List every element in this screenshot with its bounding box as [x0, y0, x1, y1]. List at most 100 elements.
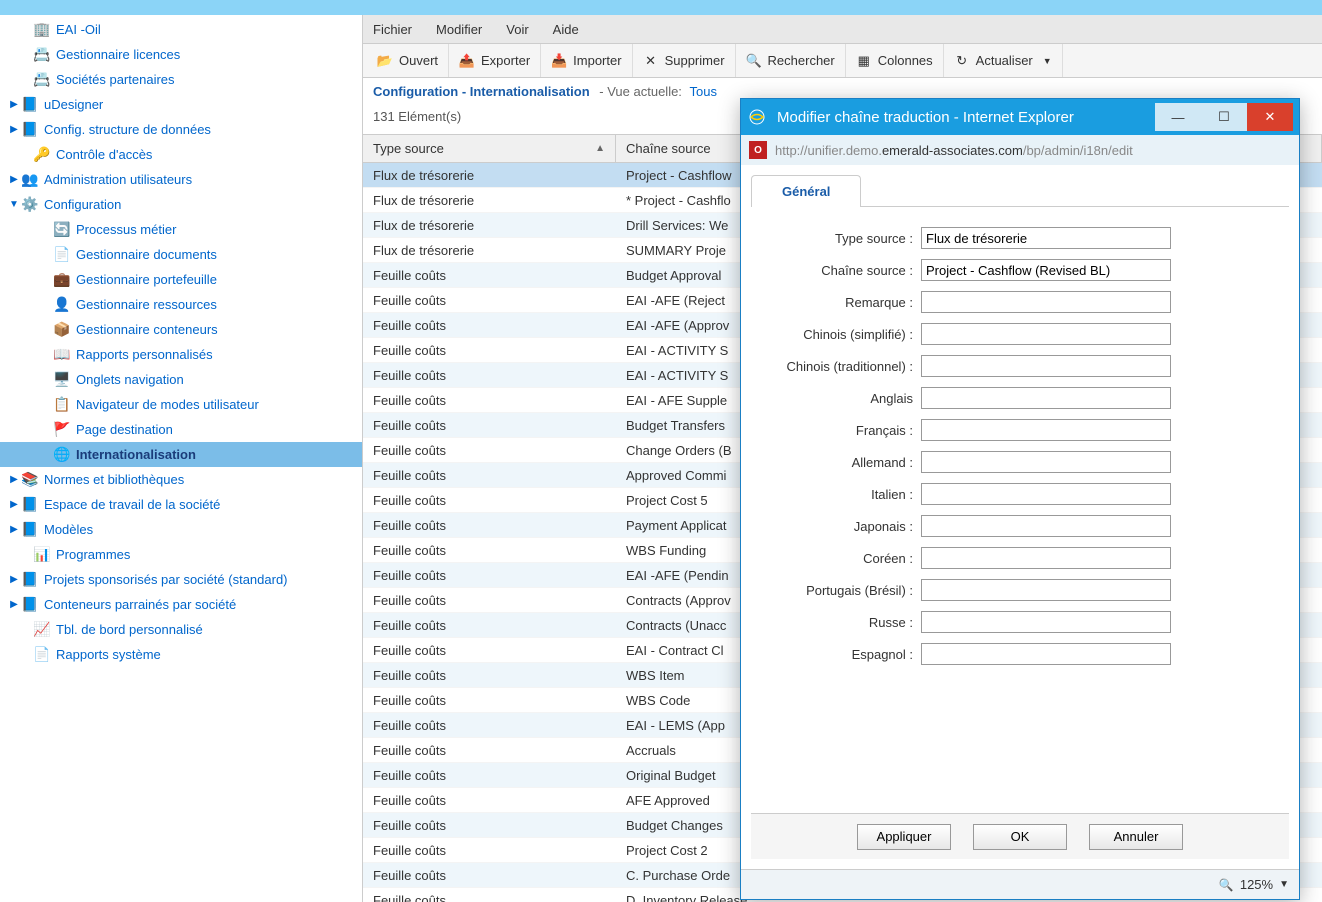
tree-node-icon: 🖥️ — [54, 372, 70, 388]
tree-toggle-icon — [40, 449, 52, 461]
sidebar-item[interactable]: ▶📘Modèles — [0, 517, 362, 542]
sidebar-item[interactable]: 💼Gestionnaire portefeuille — [0, 267, 362, 292]
form-input[interactable] — [921, 483, 1171, 505]
cell-type: Feuille coûts — [363, 265, 616, 286]
minimize-button[interactable]: — — [1155, 103, 1201, 131]
form-input[interactable] — [921, 611, 1171, 633]
sidebar-item[interactable]: 📄Rapports système — [0, 642, 362, 667]
dialog-url[interactable]: http://unifier.demo.emerald-associates.c… — [775, 143, 1133, 158]
tree-toggle-icon[interactable]: ▼ — [8, 199, 20, 211]
sidebar-item[interactable]: 📦Gestionnaire conteneurs — [0, 317, 362, 342]
cell-type: Feuille coûts — [363, 465, 616, 486]
tree-toggle-icon[interactable]: ▶ — [8, 174, 20, 186]
tree-toggle-icon[interactable]: ▶ — [8, 524, 20, 536]
toolbar-button[interactable]: 📥Importer — [541, 44, 632, 77]
sidebar-item[interactable]: 🏢EAI -Oil — [0, 17, 362, 42]
menu-item[interactable]: Modifier — [436, 22, 482, 37]
tree-toggle-icon[interactable]: ▶ — [8, 499, 20, 511]
apply-button[interactable]: Appliquer — [857, 824, 951, 850]
toolbar-button[interactable]: 📂Ouvert — [367, 44, 449, 77]
sidebar-item[interactable]: 🖥️ Onglets navigation — [0, 367, 362, 392]
sidebar-item[interactable]: ▶👥Administration utilisateurs — [0, 167, 362, 192]
form-input[interactable] — [921, 419, 1171, 441]
tree-label: Modèles — [44, 522, 93, 537]
tree-label: Onglets navigation — [76, 372, 184, 387]
sidebar-item[interactable]: ▶📘Config. structure de données — [0, 117, 362, 142]
maximize-button[interactable]: ☐ — [1201, 103, 1247, 131]
form-input[interactable] — [921, 547, 1171, 569]
tree-toggle-icon[interactable]: ▶ — [8, 474, 20, 486]
form-label: Japonais : — [761, 519, 921, 534]
sidebar-item[interactable]: 📋Navigateur de modes utilisateur — [0, 392, 362, 417]
cell-type: Feuille coûts — [363, 765, 616, 786]
tab-general[interactable]: Général — [751, 175, 861, 207]
menu-item[interactable]: Voir — [506, 22, 528, 37]
cancel-button[interactable]: Annuler — [1089, 824, 1183, 850]
dialog-form: Type source :Chaîne source :Remarque :Ch… — [751, 207, 1289, 813]
zoom-level[interactable]: 125% — [1240, 877, 1273, 892]
form-input[interactable] — [921, 579, 1171, 601]
form-row: Type source : — [761, 227, 1279, 249]
form-input[interactable] — [921, 355, 1171, 377]
toolbar-button[interactable]: ▦Colonnes — [846, 44, 944, 77]
tree-toggle-icon[interactable]: ▶ — [8, 599, 20, 611]
form-row: Espagnol : — [761, 643, 1279, 665]
sidebar-item[interactable]: ▶📘uDesigner — [0, 92, 362, 117]
column-header-type[interactable]: Type source ▲ — [363, 135, 616, 162]
breadcrumb-view-value[interactable]: Tous — [690, 84, 717, 99]
form-input[interactable] — [921, 227, 1171, 249]
form-input[interactable] — [921, 515, 1171, 537]
sidebar-item[interactable]: 📇Sociétés partenaires — [0, 67, 362, 92]
form-input[interactable] — [921, 259, 1171, 281]
sidebar-item[interactable]: 📈Tbl. de bord personnalisé — [0, 617, 362, 642]
dialog-url-bar: O http://unifier.demo.emerald-associates… — [741, 135, 1299, 165]
toolbar-button[interactable]: 🔍Rechercher — [736, 44, 846, 77]
toolbar-button[interactable]: 📤Exporter — [449, 44, 541, 77]
tree-toggle-icon — [40, 274, 52, 286]
form-row: Allemand : — [761, 451, 1279, 473]
sidebar-item[interactable]: 📖Rapports personnalisés — [0, 342, 362, 367]
form-row: Japonais : — [761, 515, 1279, 537]
tree-label: Config. structure de données — [44, 122, 211, 137]
sidebar-item[interactable]: 📊Programmes — [0, 542, 362, 567]
tree-toggle-icon[interactable]: ▶ — [8, 99, 20, 111]
cell-type: Feuille coûts — [363, 440, 616, 461]
cell-type: Flux de trésorerie — [363, 240, 616, 261]
sidebar-item[interactable]: ▶📘Conteneurs parrainés par société — [0, 592, 362, 617]
sidebar-item[interactable]: ▶📚Normes et bibliothèques — [0, 467, 362, 492]
zoom-dropdown-icon[interactable]: ▼ — [1279, 879, 1289, 890]
toolbar-label: Colonnes — [878, 53, 933, 68]
sidebar-item[interactable]: 📄Gestionnaire documents — [0, 242, 362, 267]
form-input[interactable] — [921, 451, 1171, 473]
dialog-titlebar[interactable]: Modifier chaîne traduction - Internet Ex… — [741, 99, 1299, 135]
toolbar-button[interactable]: ↻Actualiser▼ — [944, 44, 1063, 77]
form-input[interactable] — [921, 323, 1171, 345]
sidebar-item[interactable]: 👤Gestionnaire ressources — [0, 292, 362, 317]
form-label: Coréen : — [761, 551, 921, 566]
close-button[interactable]: ✕ — [1247, 103, 1293, 131]
sidebar-item[interactable]: 📇Gestionnaire licences — [0, 42, 362, 67]
tree-toggle-icon[interactable]: ▶ — [8, 124, 20, 136]
tree-toggle-icon — [40, 374, 52, 386]
menu-item[interactable]: Aide — [553, 22, 579, 37]
sidebar-item[interactable]: ▶📘Projets sponsorisés par société (stand… — [0, 567, 362, 592]
form-input[interactable] — [921, 643, 1171, 665]
tree-toggle-icon[interactable]: ▶ — [8, 574, 20, 586]
sidebar-item[interactable]: 🔄Processus métier — [0, 217, 362, 242]
tree-label: Gestionnaire ressources — [76, 297, 217, 312]
form-input[interactable] — [921, 291, 1171, 313]
tree-node-icon: 📄 — [54, 247, 70, 263]
menubar: Fichier Modifier Voir Aide — [363, 15, 1322, 44]
sidebar-item[interactable]: 🌐Internationalisation — [0, 442, 362, 467]
toolbar-button[interactable]: ✕Supprimer — [633, 44, 736, 77]
form-input[interactable] — [921, 387, 1171, 409]
cell-type: Flux de trésorerie — [363, 165, 616, 186]
sidebar-item[interactable]: 🔑Contrôle d'accès — [0, 142, 362, 167]
sidebar-item[interactable]: ▼⚙️Configuration — [0, 192, 362, 217]
sidebar-item[interactable]: ▶📘Espace de travail de la société — [0, 492, 362, 517]
zoom-icon[interactable]: 🔍 — [1219, 878, 1234, 892]
sidebar-item[interactable]: 🚩Page destination — [0, 417, 362, 442]
menu-item[interactable]: Fichier — [373, 22, 412, 37]
cell-type: Feuille coûts — [363, 665, 616, 686]
ok-button[interactable]: OK — [973, 824, 1067, 850]
